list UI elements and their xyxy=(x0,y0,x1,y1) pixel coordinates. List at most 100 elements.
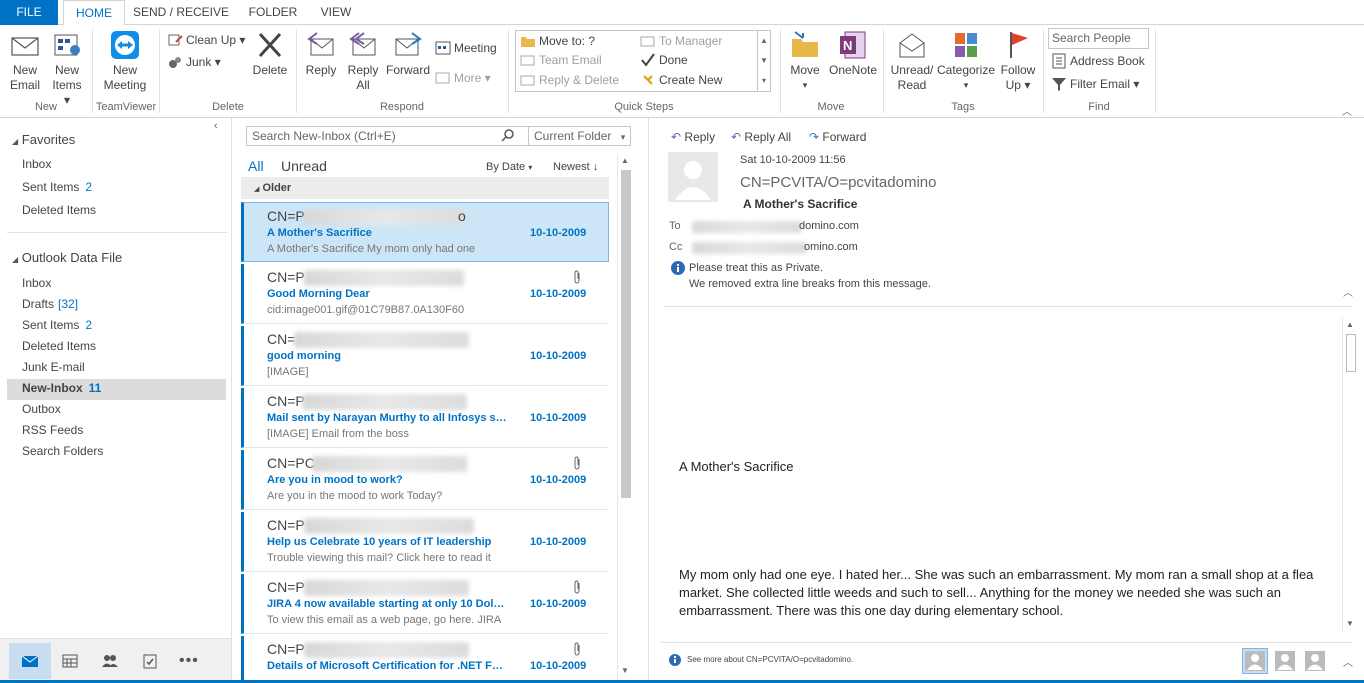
more-apps-icon[interactable]: ••• xyxy=(179,652,198,669)
unread-read-label-1: Unread/ xyxy=(890,63,934,77)
categorize-button[interactable]: Categorize ▾ xyxy=(936,29,996,93)
scroll-down-arrow[interactable]: ▼ xyxy=(621,666,629,675)
people-avatar[interactable] xyxy=(1303,649,1327,673)
quick-step-to-manager[interactable]: To Manager xyxy=(640,32,722,50)
outlook-data-file-header[interactable]: ◢ Outlook Data File xyxy=(12,250,122,265)
scroll-up-arrow[interactable]: ▲ xyxy=(621,156,629,165)
tasks-icon[interactable] xyxy=(141,653,159,669)
group-header-older[interactable]: ◢ Older xyxy=(241,177,609,199)
reading-reply-all-button[interactable]: ↶ Reply All xyxy=(731,130,791,144)
message-row[interactable]: CN=P Good Morning Dear cid:image001.gif@… xyxy=(241,264,609,324)
nav-item-deleted-items[interactable]: Deleted Items xyxy=(22,336,96,356)
nav-item-new-inbox[interactable]: New-Inbox 11 xyxy=(22,378,101,398)
calendar-icon[interactable] xyxy=(61,653,79,669)
attachment-paperclip-icon xyxy=(572,270,582,284)
tab-folder[interactable]: FOLDER xyxy=(243,0,303,25)
people-icon[interactable] xyxy=(101,653,119,669)
nav-item-outbox[interactable]: Outbox xyxy=(22,399,61,419)
collapse-people-pane-icon[interactable]: ︿ xyxy=(1343,654,1353,669)
favorites-header[interactable]: ◢ Favorites xyxy=(12,132,75,147)
message-row[interactable]: CN=P JIRA 4 now available starting at on… xyxy=(241,574,609,634)
collapse-header-icon[interactable]: ︿ xyxy=(1343,284,1353,299)
filter-email-button[interactable]: Filter Email ▾ xyxy=(1051,75,1139,93)
message-subject: JIRA 4 now available starting at only 10… xyxy=(267,598,507,610)
search-scope-dropdown[interactable]: Current Folder ▾ xyxy=(534,129,625,143)
fav-item-inbox[interactable]: Inbox xyxy=(22,154,51,174)
people-avatar[interactable] xyxy=(1273,649,1297,673)
unread-read-button[interactable]: Unread/ Read xyxy=(888,29,936,93)
message-date: 10-10-2009 xyxy=(530,412,587,424)
tab-view[interactable]: VIEW xyxy=(313,0,359,25)
quick-step-move-to[interactable]: Move to: ? xyxy=(520,32,595,50)
move-dropdown-caret: ▾ xyxy=(802,80,808,90)
message-list-scrollbar[interactable]: ▲ ▼ xyxy=(617,154,633,680)
nav-item-rss-feeds[interactable]: RSS Feeds xyxy=(22,420,83,440)
quick-step-reply-delete[interactable]: Reply & Delete xyxy=(520,71,619,89)
collapse-ribbon-icon[interactable]: ︿ xyxy=(1342,103,1352,118)
message-row[interactable]: CN=P o A Mother's Sacrifice A Mother's S… xyxy=(241,202,609,262)
reply-button[interactable]: Reply xyxy=(302,29,340,78)
quick-step-done[interactable]: Done xyxy=(640,51,688,69)
see-more-link[interactable]: See more about CN=PCVITA/O=pcvitadomino. xyxy=(687,655,853,664)
message-row[interactable]: CN= good morning [IMAGE] 10-10-2009 xyxy=(241,326,609,386)
message-row[interactable]: CN=PC Are you in mood to work? Are you i… xyxy=(241,450,609,510)
people-avatar-selected[interactable] xyxy=(1242,648,1268,674)
quick-step-create-new[interactable]: Create New xyxy=(640,71,722,89)
fav-item-deleted-items[interactable]: Deleted Items xyxy=(22,200,96,220)
delete-button[interactable]: Delete xyxy=(250,29,290,78)
info-private-text: Please treat this as Private. xyxy=(689,262,823,274)
search-mailbox-input[interactable]: Search New-Inbox (Ctrl+E) Current Folder… xyxy=(246,126,631,146)
fav-item-sent-items[interactable]: Sent Items 2 xyxy=(22,177,92,197)
quick-step-team-email[interactable]: Team Email xyxy=(520,51,602,69)
reading-reply-button[interactable]: ↶ Reply xyxy=(671,130,715,144)
onenote-button[interactable]: N OneNote xyxy=(826,29,880,78)
scroll-thumb[interactable] xyxy=(1346,334,1356,372)
nav-item-drafts[interactable]: Drafts [32] xyxy=(22,294,78,314)
tab-file[interactable]: FILE xyxy=(0,0,58,25)
filter-all[interactable]: All xyxy=(248,158,264,174)
new-meeting-teamviewer-button[interactable]: New Meeting xyxy=(100,29,150,93)
message-row[interactable]: CN=P Details of Microsoft Certification … xyxy=(241,636,609,683)
scroll-thumb[interactable] xyxy=(621,170,631,498)
info-line-breaks-text[interactable]: We removed extra line breaks from this m… xyxy=(689,278,931,290)
forward-button[interactable]: Forward xyxy=(386,29,430,78)
sort-by-dropdown[interactable]: By Date ▾ xyxy=(486,161,532,173)
tab-home[interactable]: HOME xyxy=(63,0,125,26)
search-people-input[interactable]: Search People xyxy=(1048,28,1149,49)
message-row[interactable]: CN=P Help us Celebrate 10 years of IT le… xyxy=(241,512,609,572)
new-email-button[interactable]: New Email xyxy=(6,29,44,93)
message-row[interactable]: CN=P Mail sent by Narayan Murthy to all … xyxy=(241,388,609,448)
junk-button[interactable]: Junk ▾ xyxy=(167,53,221,71)
redacted-sender xyxy=(312,456,467,472)
cc-recipient[interactable]: omino.com xyxy=(804,241,858,253)
more-respond-button[interactable]: More ▾ xyxy=(435,69,491,87)
scroll-up-arrow[interactable]: ▲ xyxy=(1346,320,1354,329)
nav-item-sent-items[interactable]: Sent Items 2 xyxy=(22,315,92,335)
nav-item-search-folders[interactable]: Search Folders xyxy=(22,441,103,461)
move-button[interactable]: Move ▾ xyxy=(786,29,824,93)
message-sender-name[interactable]: CN=PCVITA/O=pcvitadomino xyxy=(740,174,936,191)
new-items-button[interactable]: New Items ▾ xyxy=(48,29,86,108)
reply-all-button[interactable]: Reply All xyxy=(344,29,382,93)
quick-steps-scroll[interactable]: ▲ ▼ ▾ xyxy=(757,31,770,91)
reading-forward-button[interactable]: ↷ Forward xyxy=(809,130,866,144)
sort-order-toggle[interactable]: Newest ↓ xyxy=(553,161,598,173)
meeting-reply-button[interactable]: Meeting xyxy=(435,39,497,57)
message-preview: To view this email as a web page, go her… xyxy=(267,614,502,626)
nav-item-inbox[interactable]: Inbox xyxy=(22,273,51,293)
unread-read-label-2: Read xyxy=(897,78,927,92)
mail-icon[interactable] xyxy=(21,653,39,669)
to-recipient[interactable]: domino.com xyxy=(799,220,859,232)
meeting-icon xyxy=(435,40,451,56)
filter-unread[interactable]: Unread xyxy=(281,158,327,174)
clean-up-button[interactable]: Clean Up ▾ xyxy=(167,31,245,49)
address-book-button[interactable]: Address Book xyxy=(1051,52,1145,70)
follow-up-button[interactable]: Follow Up ▾ xyxy=(996,29,1040,93)
scroll-down-arrow[interactable]: ▼ xyxy=(1346,619,1354,628)
folder-pane: ‹ ◢ Favorites Inbox Sent Items 2 Deleted … xyxy=(0,118,232,638)
reading-pane-scrollbar[interactable]: ▲ ▼ xyxy=(1342,318,1358,633)
nav-item-junk-email[interactable]: Junk E-mail xyxy=(22,357,85,377)
collapse-folder-pane-icon[interactable]: ‹ xyxy=(214,120,218,132)
search-icon[interactable] xyxy=(501,128,515,145)
tab-send-receive[interactable]: SEND / RECEIVE xyxy=(131,0,231,25)
